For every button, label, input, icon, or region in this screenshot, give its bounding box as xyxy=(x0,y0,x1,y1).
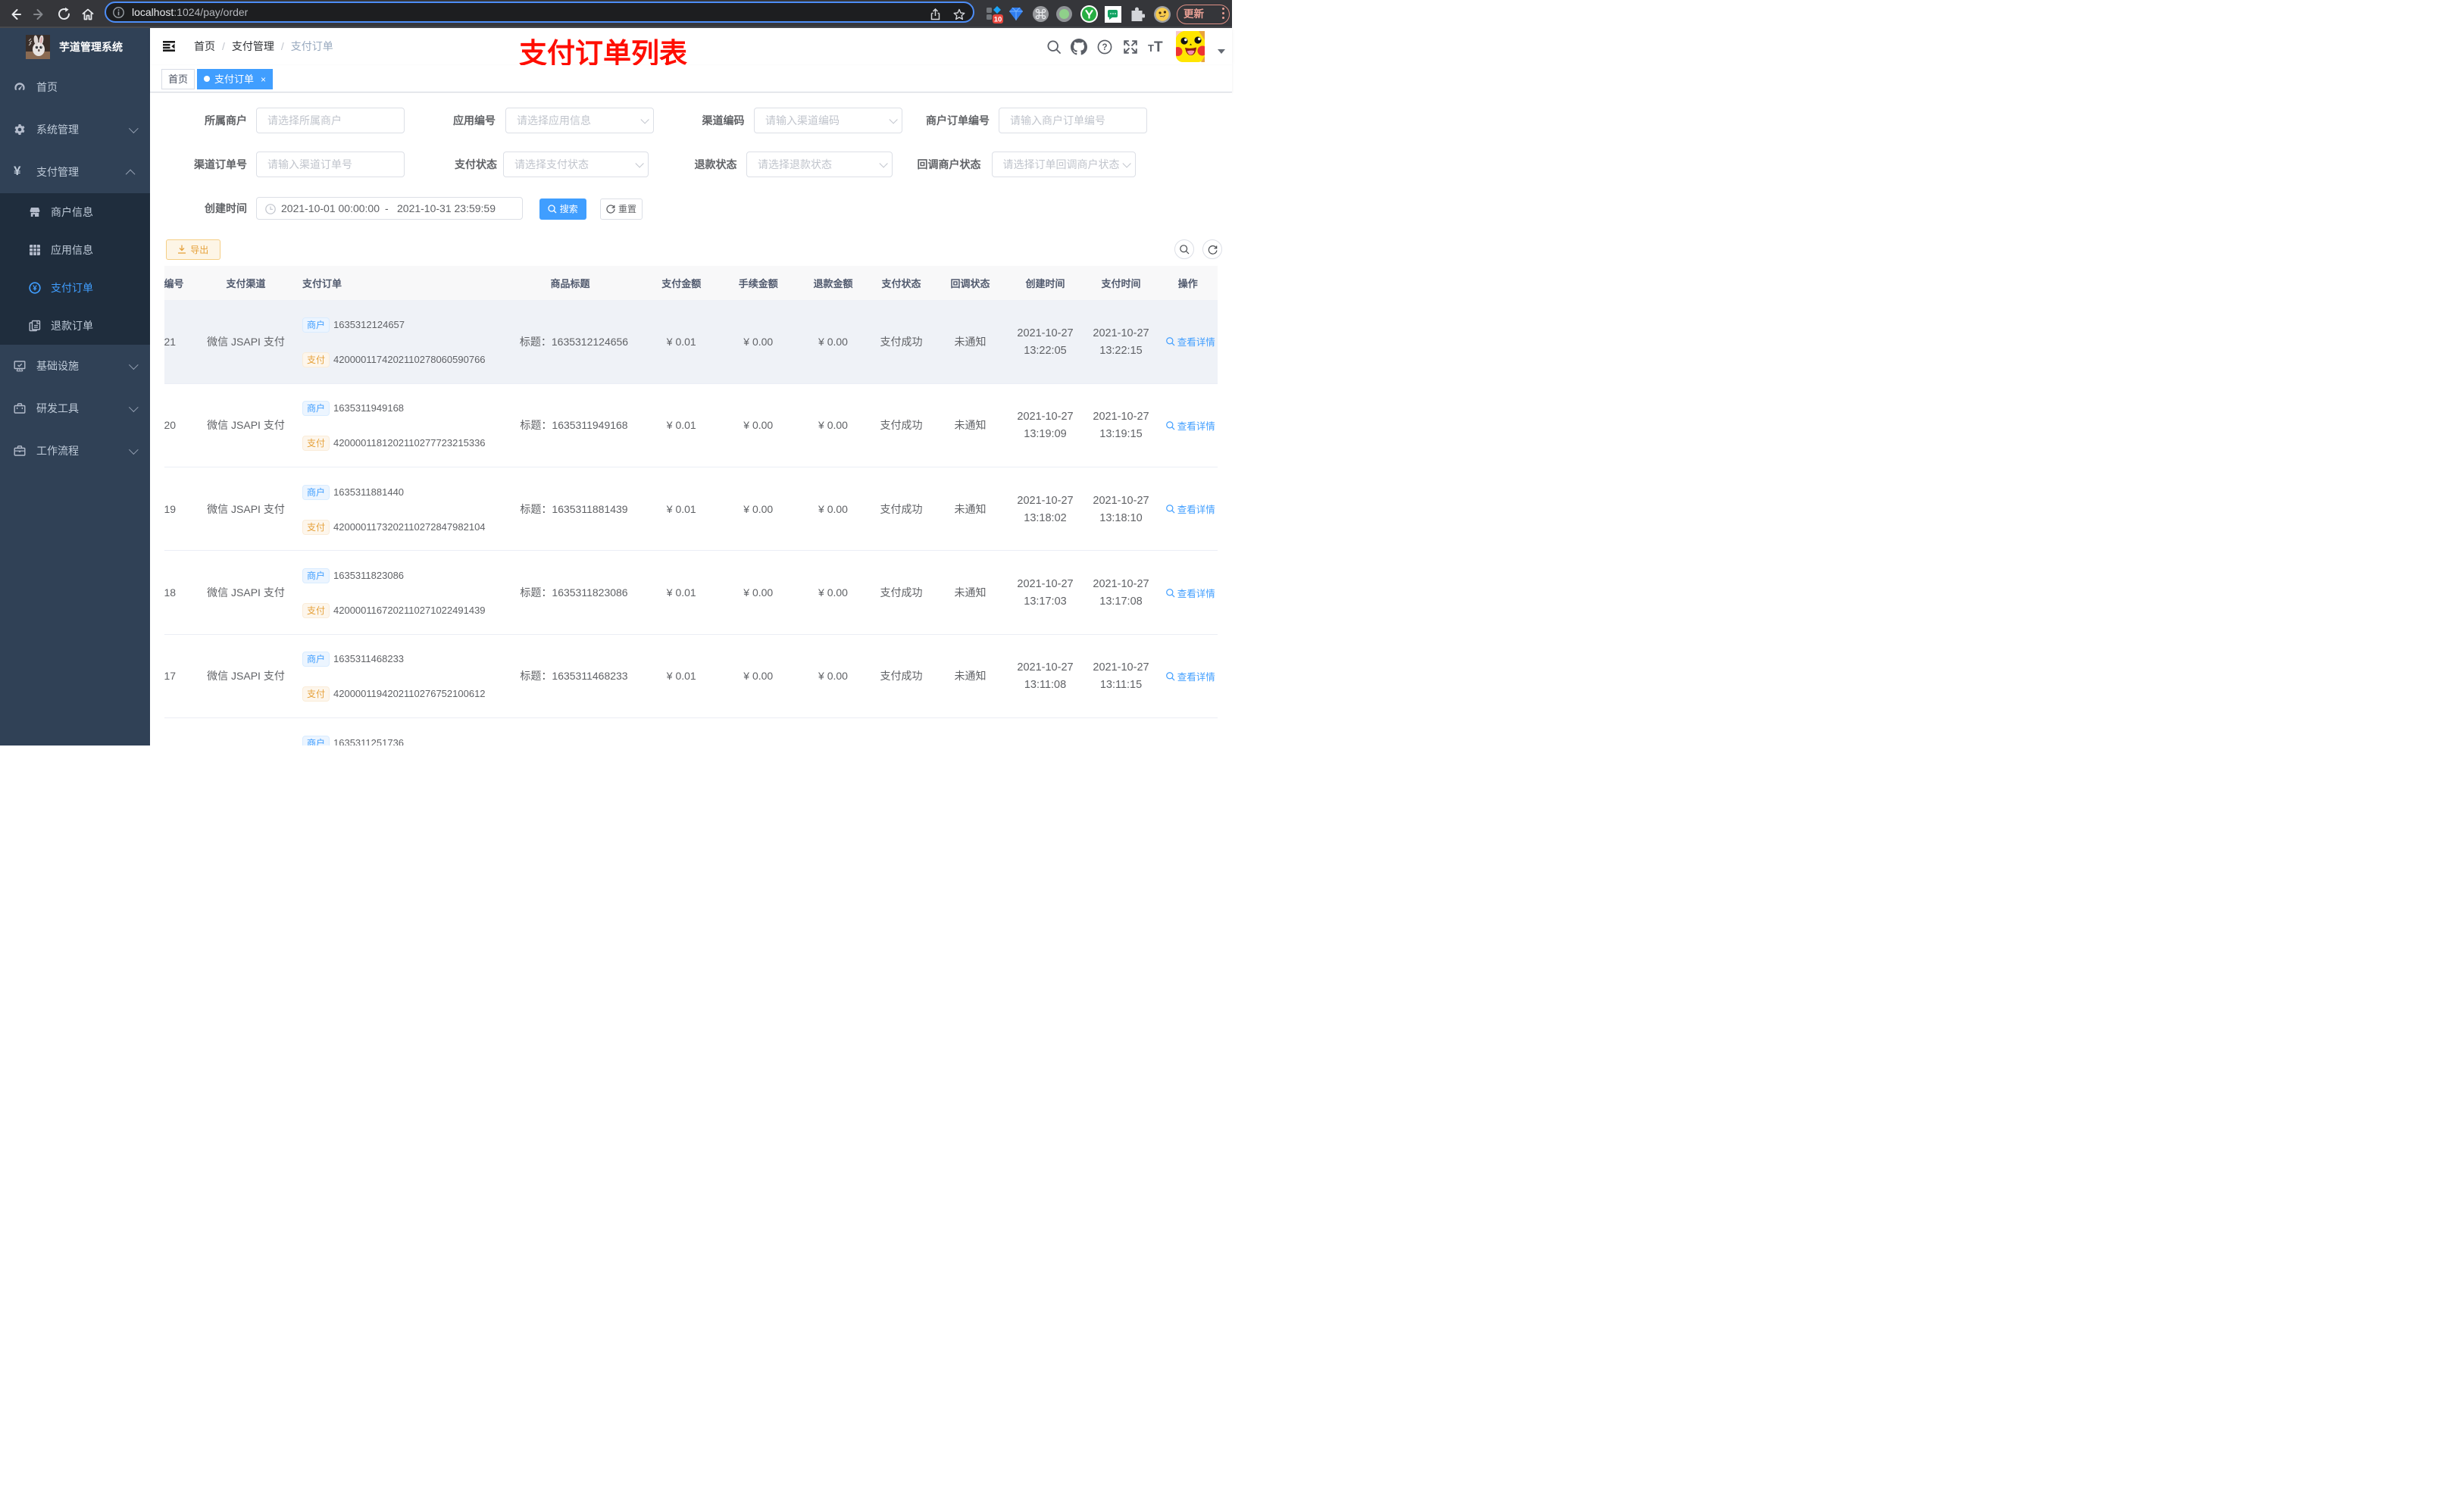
svg-text:10: 10 xyxy=(994,16,1002,24)
svg-text:?: ? xyxy=(1102,43,1107,52)
svg-text:¥: ¥ xyxy=(33,285,37,293)
